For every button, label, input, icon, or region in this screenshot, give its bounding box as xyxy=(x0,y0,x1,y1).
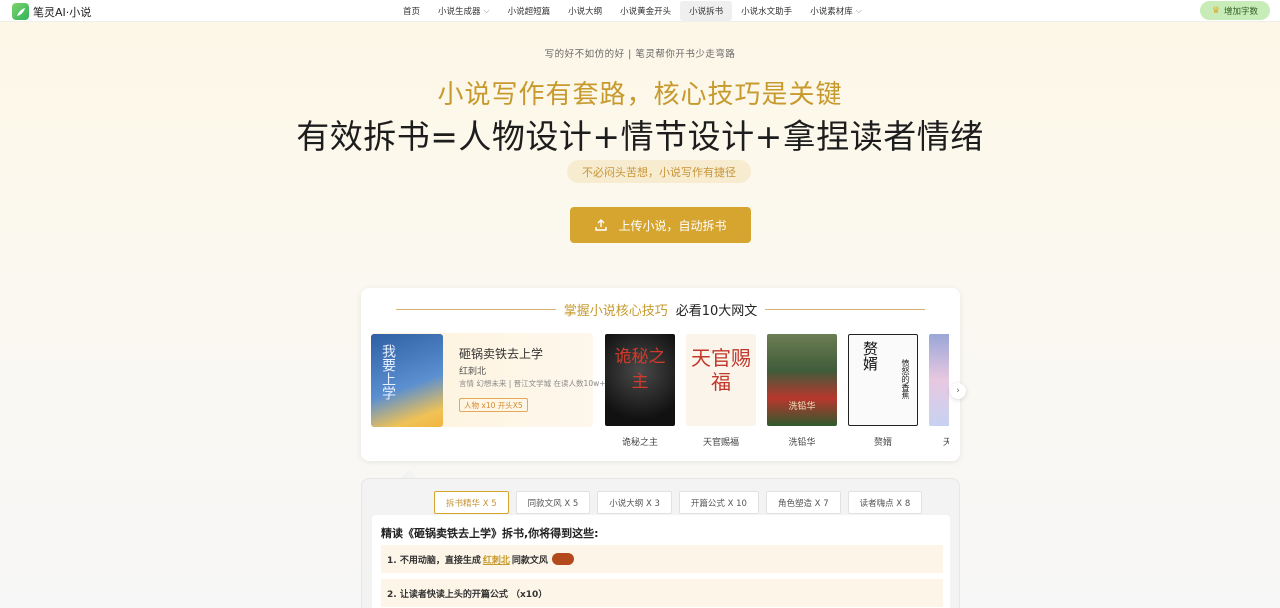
feather-logo-icon xyxy=(12,3,29,20)
upload-novel-button[interactable]: 上传小说，自动拆书 xyxy=(570,207,751,243)
section-title: 掌握小说核心技巧 必看10大网文 xyxy=(361,300,960,319)
title-divider-left xyxy=(395,309,556,310)
cover-title: 诡秘之主 xyxy=(614,347,666,392)
brand-name: 笔灵AI·小说 xyxy=(33,5,92,19)
cover-title: 我要上学 xyxy=(380,344,396,400)
nav-item-material-library[interactable]: 小说素材库 ⌵ xyxy=(801,1,871,21)
add-words-button[interactable]: ♛ 增加字数 xyxy=(1200,1,1270,20)
hero-subtitle-pill: 不必闷头苦想，小说写作有捷径 xyxy=(567,160,751,183)
book-name: 洗铅华 xyxy=(788,438,816,448)
crown-icon: ♛ xyxy=(1211,5,1221,16)
book-item[interactable]: 赘婿 愤怒的香蕉 赘婿 xyxy=(848,334,918,448)
book-item[interactable]: 诡秘之主 诡秘之主 xyxy=(605,334,675,448)
cover-title: 天官赐福 xyxy=(691,346,751,394)
must-read-novels-card: 掌握小说核心技巧 必看10大网文 我要上学 砸锅卖铁去上学 红刺北 言情 幻想未… xyxy=(361,288,966,461)
hero-headline-gold: 小说写作有套路，核心技巧是关键 xyxy=(437,80,843,110)
book-name: 天官赐福 xyxy=(702,438,739,448)
cover-title: 赘婿 xyxy=(861,341,879,371)
tab-character[interactable]: 角色塑造 X 7 xyxy=(765,491,841,514)
chevron-right-icon[interactable]: › xyxy=(950,383,966,399)
try-button[interactable] xyxy=(551,553,574,565)
nav-item-home[interactable]: 首页 xyxy=(394,1,429,21)
featured-book-tag: 人物 x10 开头X5 xyxy=(459,398,528,412)
analysis-panel: 精读《砸锅卖铁去上学》拆书,你将得到这些: 1. 不用动脑，直接生成 红刺北 同… xyxy=(372,515,950,608)
cover-subtitle: 愤怒的香蕉 xyxy=(901,359,910,399)
title-divider-right xyxy=(765,309,926,310)
section-title-gold: 掌握小说核心技巧 xyxy=(563,304,668,319)
book-cover: 诡秘之主 xyxy=(605,334,675,426)
brand[interactable]: 笔灵AI·小说 xyxy=(12,3,91,20)
author-link[interactable]: 红刺北 xyxy=(483,553,510,566)
nav-label: 小说超短篇 xyxy=(507,7,551,17)
nav-item-filler-assistant[interactable]: 小说水文助手 xyxy=(732,1,801,21)
nav-item-book-analysis[interactable]: 小说拆书 xyxy=(680,1,733,21)
panel-title: 精读《砸锅卖铁去上学》拆书,你将得到这些: xyxy=(381,527,599,540)
upload-button-label: 上传小说，自动拆书 xyxy=(618,218,727,233)
book-item[interactable]: 天官赐福 天官赐福 xyxy=(686,334,756,448)
book-item[interactable]: 洗铅华 洗铅华 xyxy=(767,334,837,448)
upload-icon xyxy=(595,219,608,231)
nav-item-golden-opening[interactable]: 小说黄金开头 xyxy=(611,1,680,21)
book-cover: 我要上学 xyxy=(371,334,443,427)
nav-item-outline[interactable]: 小说大纲 xyxy=(559,1,611,21)
book-cover: 洗铅华 xyxy=(767,334,837,426)
nav-label: 小说生成器 xyxy=(438,7,481,17)
tab-outline[interactable]: 小说大纲 X 3 xyxy=(597,491,672,514)
chevron-down-icon: ⌵ xyxy=(483,6,490,15)
benefit-text: 同款文风 xyxy=(511,555,548,566)
featured-book[interactable]: 我要上学 砸锅卖铁去上学 红刺北 言情 幻想未来 | 晋江文学城 在读人数10w… xyxy=(371,333,606,427)
top-navigation-bar: 笔灵AI·小说 首页 小说生成器 ⌵ 小说超短篇 小说大纲 小说黄金开头 小说拆书… xyxy=(0,0,1280,22)
book-name: 天 xyxy=(943,438,949,448)
tab-reader-highlights[interactable]: 读者嗨点 X 8 xyxy=(847,491,923,514)
nav-label: 小说水文助手 xyxy=(741,7,793,17)
book-cover xyxy=(929,334,949,426)
nav-item-novel-generator[interactable]: 小说生成器 ⌵ xyxy=(429,1,499,21)
book-item[interactable]: 天 xyxy=(929,334,949,448)
featured-book-meta: 言情 幻想未来 | 晋江文学城 在读人数10w+ xyxy=(459,379,606,388)
book-name: 赘婿 xyxy=(873,438,892,448)
book-name: 诡秘之主 xyxy=(621,438,658,448)
nav-label: 小说黄金开头 xyxy=(620,7,672,17)
benefit-text: 1. 不用动脑，直接生成 xyxy=(387,555,481,566)
featured-book-author: 红刺北 xyxy=(459,367,487,377)
cover-title: 洗铅华 xyxy=(788,402,816,412)
benefit-item: 2. 让读者快读上头的开篇公式 （x10） xyxy=(381,579,943,607)
hero-tagline: 写的好不如仿的好 | 笔灵帮你开书少走弯路 xyxy=(544,49,736,60)
featured-book-title: 砸锅卖铁去上学 xyxy=(459,347,544,361)
tab-same-style[interactable]: 同款文风 X 5 xyxy=(515,491,591,514)
hero-headline-main: 有效拆书=人物设计+情节设计+拿捏读者情绪 xyxy=(296,117,984,156)
nav-label: 小说拆书 xyxy=(689,7,724,17)
benefit-text: 2. 让读者快读上头的开篇公式 （x10） xyxy=(387,589,548,600)
section-title-dark: 必看10大网文 xyxy=(675,304,758,319)
nav-item-short-story[interactable]: 小说超短篇 xyxy=(499,1,560,21)
add-words-label: 增加字数 xyxy=(1224,6,1259,17)
nav-label: 首页 xyxy=(403,7,421,17)
main-nav: 首页 小说生成器 ⌵ 小说超短篇 小说大纲 小说黄金开头 小说拆书 小说水文助手 … xyxy=(394,0,871,22)
book-cover: 赘婿 愤怒的香蕉 xyxy=(848,334,918,426)
nav-label: 小说素材库 xyxy=(810,7,853,17)
tab-essence[interactable]: 拆书精华 X 5 xyxy=(434,491,509,514)
analysis-tabs: 拆书精华 X 5 同款文风 X 5 小说大纲 X 3 开篇公式 X 10 角色塑… xyxy=(434,491,923,514)
tab-opening-formula[interactable]: 开篇公式 X 10 xyxy=(678,491,759,514)
nav-label: 小说大纲 xyxy=(568,7,603,17)
benefit-item: 1. 不用动脑，直接生成 红刺北 同款文风 xyxy=(381,545,943,573)
analysis-card: 拆书精华 X 5 同款文风 X 5 小说大纲 X 3 开篇公式 X 10 角色塑… xyxy=(361,478,960,608)
book-cover: 天官赐福 xyxy=(686,334,756,426)
chevron-down-icon: ⌵ xyxy=(855,6,862,15)
